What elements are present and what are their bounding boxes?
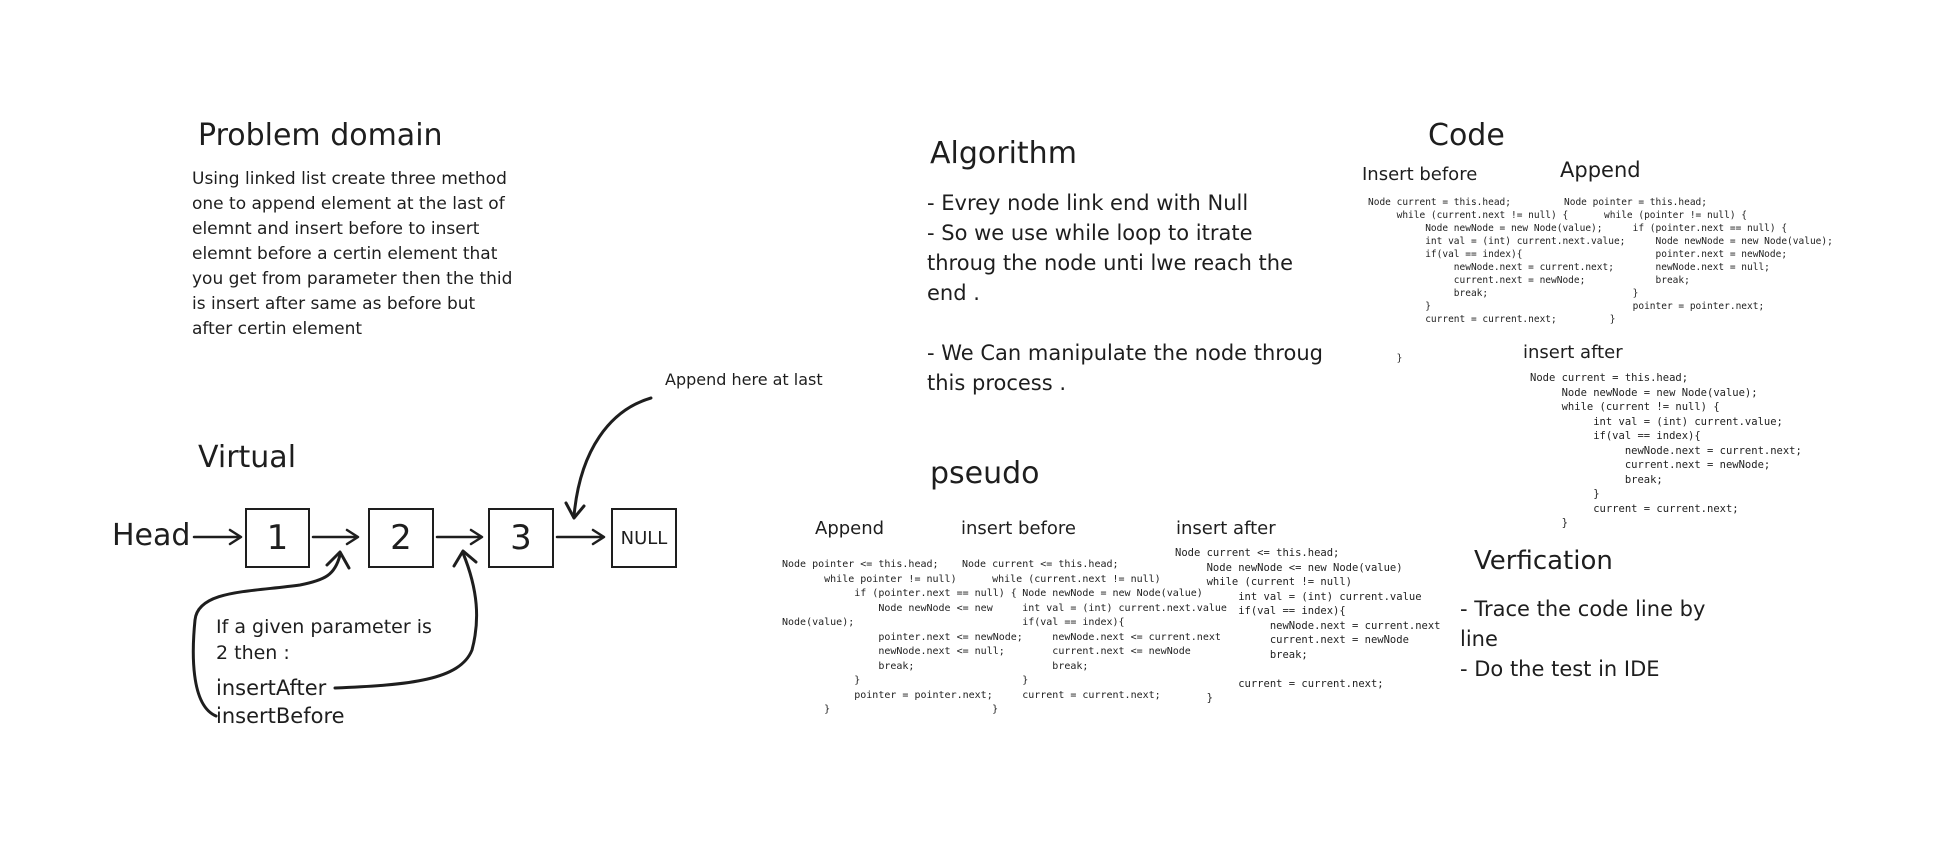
- insert-before-arrow: [191, 553, 342, 718]
- verification-line: line: [1460, 627, 1498, 651]
- verification-line: - Trace the code line by: [1460, 597, 1706, 621]
- pseudo-insert-after-label: insert after: [1176, 518, 1276, 539]
- pseudo-insert-before-label: insert before: [961, 518, 1076, 539]
- pseudo-title: pseudo: [930, 456, 1040, 491]
- append-arrow: [572, 396, 653, 518]
- verification-text: - Trace the code line by line - Do the t…: [1460, 594, 1705, 684]
- verification-title: Verfication: [1474, 546, 1613, 576]
- verification-line: - Do the test in IDE: [1460, 657, 1660, 681]
- pseudo-insert-after-snippet: Node current <= this.head; Node newNode …: [1175, 547, 1441, 704]
- insert-after-arrow: [333, 551, 479, 690]
- pseudo-append-label: Append: [815, 518, 885, 539]
